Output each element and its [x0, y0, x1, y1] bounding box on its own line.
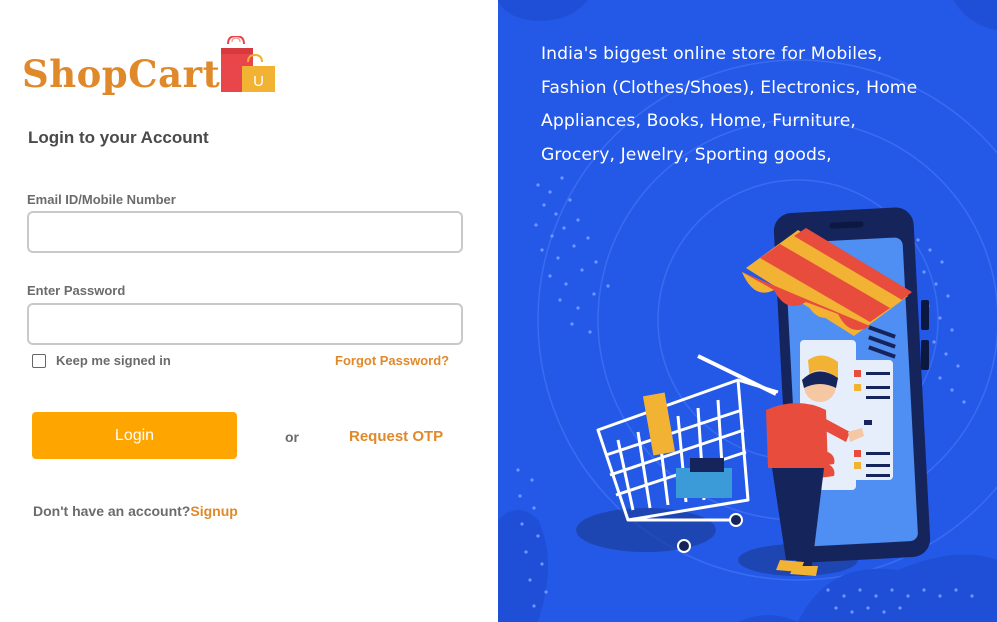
- login-panel: ShopCart U Login to your Account Email I…: [0, 0, 498, 622]
- tagline-line: Fashion (Clothes/Shoes), Electronics, Ho…: [541, 77, 918, 98]
- promo-tagline: India's biggest online store for Mobiles…: [541, 38, 961, 172]
- login-button[interactable]: Login: [32, 412, 237, 459]
- promo-panel: India's biggest online store for Mobiles…: [498, 0, 997, 622]
- pants-illustration: [642, 392, 676, 456]
- or-separator: or: [285, 429, 299, 445]
- email-field[interactable]: [27, 211, 463, 253]
- shopping-bags-icon: U: [221, 36, 275, 92]
- request-otp-link[interactable]: Request OTP: [349, 428, 443, 445]
- forgot-password-link[interactable]: Forgot Password?: [335, 353, 449, 368]
- tagline-line: Grocery, Jewelry, Sporting goods,: [541, 144, 832, 165]
- signup-prompt: Don't have an account?Signup: [33, 503, 238, 519]
- keep-signed-in-label: Keep me signed in: [56, 353, 171, 368]
- password-label: Enter Password: [27, 283, 126, 298]
- password-field[interactable]: [27, 303, 463, 345]
- box-illustration: [676, 468, 732, 498]
- cart-wheel: [677, 539, 691, 553]
- brand-name: ShopCart: [22, 52, 221, 96]
- signup-link[interactable]: Signup: [190, 503, 237, 519]
- tagline-line: Appliances, Books, Home, Furniture,: [541, 111, 856, 131]
- keep-signed-in-checkbox[interactable]: [32, 353, 46, 368]
- cart-wheel: [729, 513, 743, 527]
- no-account-text: Don't have an account?: [33, 503, 191, 519]
- bag-letter: U: [253, 73, 264, 90]
- email-label: Email ID/Mobile Number: [27, 192, 176, 207]
- tagline-line: India's biggest online store for Mobiles…: [541, 44, 883, 64]
- login-heading: Login to your Account: [28, 128, 209, 147]
- keep-signed-in[interactable]: Keep me signed in: [32, 353, 171, 368]
